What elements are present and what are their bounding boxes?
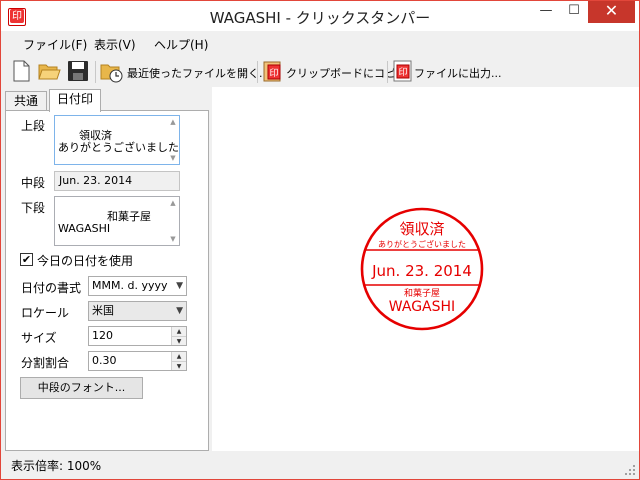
toolbar-separator [95,61,96,83]
middle-text-field: Jun. 23. 2014 [54,171,180,191]
top-text-input[interactable]: 領収済 ありがとうございました ▲ ▼ [54,115,180,165]
scroll-down-icon[interactable]: ▼ [168,234,178,244]
svg-text:印: 印 [269,67,278,79]
open-folder-icon[interactable] [37,59,61,83]
chevron-down-icon[interactable]: ▼ [176,302,183,320]
minimize-button[interactable]: — [532,1,560,23]
menu-bar: ファイル(F) 表示(V) ヘルプ(H) [1,32,639,56]
spin-down-icon[interactable]: ▼ [172,336,186,345]
scroll-down-icon[interactable]: ▼ [168,153,178,163]
bottom-label: 下段 [21,201,46,215]
toolbar: 最近使ったファイルを開く... 印 クリップボードにコピー 印 ファイルに出力.… [1,57,639,87]
top-label: 上段 [21,119,46,133]
close-button[interactable]: ✕ [588,1,635,23]
menu-file[interactable]: ファイル(F) [23,36,87,53]
title-bar[interactable]: WAGASHI - クリックスタンパー — ☐ ✕ [1,1,639,31]
recent-files-icon[interactable] [99,59,123,83]
stamp-middle-date: Jun. 23. 2014 [371,262,472,280]
svg-text:印: 印 [398,66,407,78]
stamp-bottom-sub: 和菓子屋 [404,287,440,299]
use-today-label[interactable]: 今日の日付を使用 [37,252,133,269]
split-ratio-value: 0.30 [92,354,117,367]
save-icon[interactable] [66,59,90,83]
date-format-combo[interactable]: MMM. d. yyyy ▼ [88,276,187,296]
stamp-canvas: 領収済 ありがとうございました Jun. 23. 2014 和菓子屋 WAGAS… [360,207,484,331]
zoom-status: 表示倍率: 100% [11,459,102,473]
split-ratio-label: 分割割合 [21,356,70,370]
split-ratio-spinner[interactable]: 0.30 ▲ ▼ [88,351,187,371]
menu-view[interactable]: 表示(V) [94,36,136,53]
stamp-bottom-main: WAGASHI [389,299,455,315]
use-today-checkbox[interactable]: ✔ [20,253,33,266]
new-file-icon[interactable] [9,59,33,83]
top-text-value: 領収済 ありがとうございました [58,129,179,154]
tab-strip: 共通 日付印 [5,89,209,112]
locale-select[interactable]: 米国 ▼ [88,301,187,321]
app-window: WAGASHI - クリックスタンパー — ☐ ✕ ファイル(F) 表示(V) … [0,0,640,480]
spin-down-icon[interactable]: ▼ [172,361,186,370]
tab-common[interactable]: 共通 [5,91,47,111]
locale-value: 米国 [92,304,114,317]
menu-help[interactable]: ヘルプ(H) [154,36,208,53]
size-value: 120 [92,329,113,342]
bottom-text-input[interactable]: 和菓子屋 WAGASHI ▲ ▼ [54,196,180,246]
middle-label: 中段 [21,176,46,190]
stamp-preview: 領収済 ありがとうございました Jun. 23. 2014 和菓子屋 WAGAS… [212,87,639,451]
date-format-label: 日付の書式 [21,281,82,295]
date-format-value: MMM. d. yyyy [92,279,168,292]
size-label: サイズ [21,331,57,345]
stamp-top-main: 領収済 [399,220,444,238]
copy-clipboard-button[interactable]: クリップボードにコピー [286,65,407,81]
size-spinner[interactable]: 120 ▲ ▼ [88,326,187,346]
export-file-button[interactable]: ファイルに出力... [414,65,502,81]
middle-font-button[interactable]: 中段のフォント... [20,377,143,399]
stamp-top-sub: ありがとうございました [378,239,466,249]
recent-files-button[interactable]: 最近使ったファイルを開く... [127,65,270,81]
export-stamp-icon[interactable]: 印 [391,59,415,83]
maximize-button[interactable]: ☐ [560,1,588,23]
middle-text-value: Jun. 23. 2014 [59,174,133,187]
toolbar-separator [387,61,388,83]
locale-label: ロケール [21,306,70,320]
settings-panel: 上段 領収済 ありがとうございました ▲ ▼ 中段 Jun. 23. 2014 … [5,110,209,451]
bottom-text-value: 和菓子屋 WAGASHI [58,210,151,235]
clipboard-stamp-icon[interactable]: 印 [261,59,285,83]
chevron-down-icon[interactable]: ▼ [176,277,183,295]
toolbar-separator [257,61,258,83]
scroll-up-icon[interactable]: ▲ [168,198,178,208]
spin-up-icon[interactable]: ▲ [172,327,186,336]
status-bar: 表示倍率: 100% [1,452,639,479]
resize-grip-icon[interactable] [624,464,636,476]
tab-date-stamp[interactable]: 日付印 [49,89,101,112]
spin-up-icon[interactable]: ▲ [172,352,186,361]
scroll-up-icon[interactable]: ▲ [168,117,178,127]
